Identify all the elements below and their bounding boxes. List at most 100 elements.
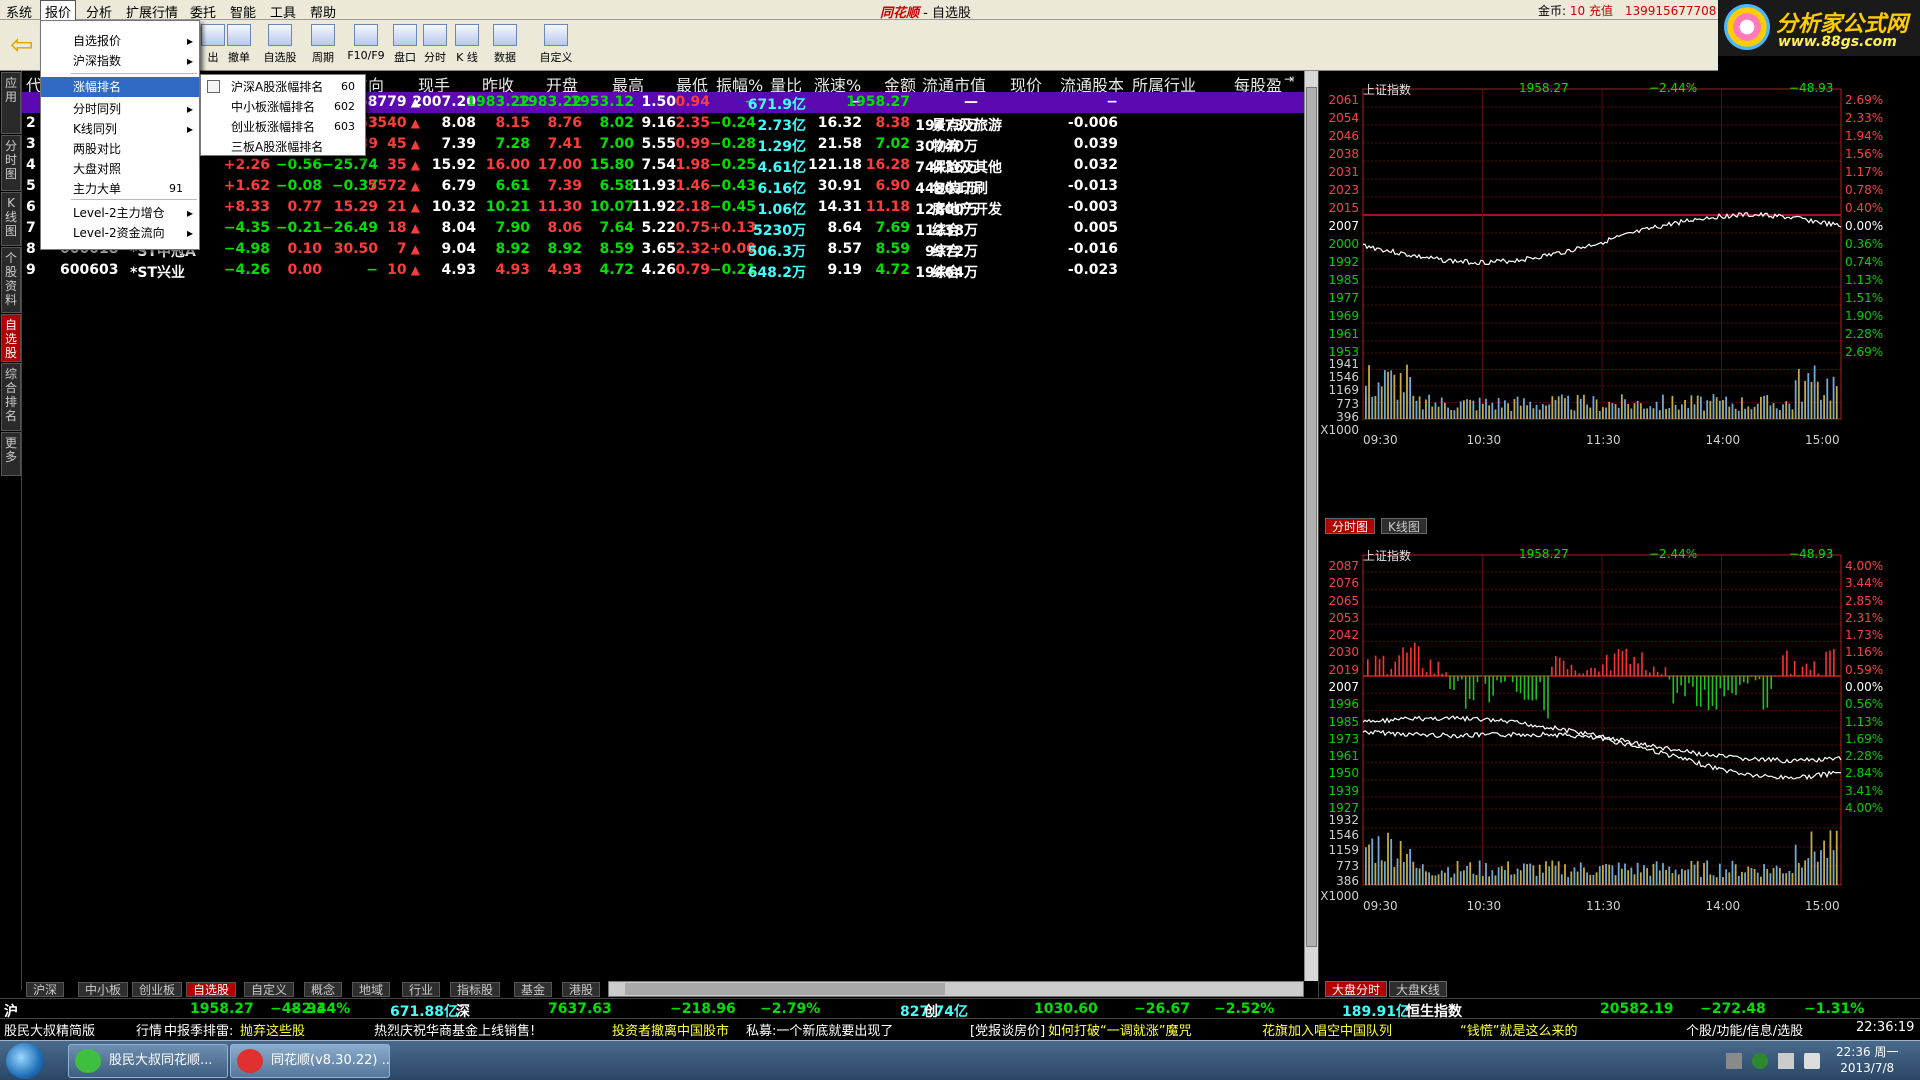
tab-kline-chart[interactable]: K线图 [1381, 518, 1427, 534]
left-tab-stock-info[interactable]: 个股资料 [1, 247, 21, 313]
cell-amp: 3.65 [641, 241, 676, 257]
ticker-item[interactable]: 热烈庆祝华商基金上线销售! [374, 1020, 535, 1039]
left-tab-ranking[interactable]: 综合排名 [1, 363, 21, 431]
menu-item[interactable]: 涨幅排名 [41, 77, 199, 97]
system-clock[interactable]: 22:36 周一 2013/7/8 [1836, 1044, 1898, 1076]
cell-ind: 综合 [932, 265, 960, 281]
toolbar-orderbook-button[interactable]: 盘口 [388, 24, 422, 68]
task-browser[interactable]: 股民大叔同花顺... [68, 1044, 228, 1078]
menu-quote[interactable]: 报价 [40, 0, 77, 21]
volume-bar [1406, 364, 1408, 419]
menu-system[interactable]: 系统 [6, 2, 32, 21]
candlestick-icon [455, 24, 479, 46]
table-row[interactable]: 7 −4.35 −0.21 −26.49 18 ▲ 8.04 7.90 8.06 7.64 5.2… [22, 218, 1304, 239]
toolbar-intraday-button[interactable]: 分时 [418, 24, 452, 68]
back-arrow-icon[interactable]: ⇦ [10, 30, 40, 62]
volume-icon[interactable] [1804, 1053, 1820, 1069]
menu-item[interactable]: 分时同列 ▸ [41, 99, 199, 119]
submenu-item[interactable]: 中小板涨幅排名 602 [201, 97, 365, 117]
volume-bar [1538, 864, 1541, 885]
ticker-item[interactable]: [党报谈房价] [970, 1020, 1045, 1039]
windows-start-icon[interactable] [6, 1043, 44, 1079]
table-row[interactable]: 9 600603 *ST兴业 −4.26 0.00 −10 ▲ 4.93 4.93 4.93 4.… [22, 260, 1304, 281]
btab-industry[interactable]: 行业 [402, 982, 441, 997]
menu-analysis[interactable]: 分析 [86, 2, 112, 21]
btab-region[interactable]: 地域 [352, 982, 391, 997]
left-tab-more[interactable]: 更多 [1, 432, 21, 476]
ticker-item[interactable]: 股民大叔精简版 [4, 1020, 95, 1039]
menu-tools[interactable]: 工具 [270, 2, 296, 21]
menu-item[interactable]: Level-2主力增仓 ▸ [41, 203, 199, 223]
btab-watchlist[interactable]: 自选股 [186, 982, 237, 997]
btab-fund[interactable]: 基金 [514, 982, 553, 997]
toolbar-kline-button[interactable]: K 线 [450, 24, 484, 68]
menu-item[interactable]: 两股对比 [41, 139, 199, 159]
menu-extended-quote[interactable]: 扩展行情 [126, 2, 178, 21]
menu-item[interactable]: 自选报价 ▸ [41, 31, 199, 51]
network-icon[interactable] [1752, 1053, 1768, 1069]
menu-trade[interactable]: 委托 [190, 2, 216, 21]
scroll-thumb[interactable] [1306, 87, 1317, 947]
ticker-item[interactable]: 投资者撤离中国股市 [612, 1020, 729, 1039]
menu-item[interactable]: 主力大单 91 [41, 179, 199, 199]
ticker-item[interactable]: 如何打破“一调就涨”魔咒 [1048, 1020, 1191, 1039]
menu-smart[interactable]: 智能 [230, 2, 256, 21]
left-tab-kline[interactable]: K线图 [1, 192, 21, 246]
intraday-chart[interactable] [1319, 71, 1920, 531]
pin-icon[interactable]: ⇥ [1284, 72, 1294, 86]
toolbar-watchlist-button[interactable]: 自选股 [260, 24, 300, 68]
cell-chg: +2.26 [223, 157, 270, 173]
tab-intraday-chart[interactable]: 分时图 [1325, 518, 1376, 534]
recharge-link[interactable]: 充值 [1589, 4, 1613, 18]
menu-item[interactable]: Level-2资金流向 ▸ [41, 223, 199, 243]
flag-icon[interactable] [1778, 1053, 1794, 1069]
btab-custom[interactable]: 自定义 [244, 982, 295, 997]
left-tab-intraday[interactable]: 分时图 [1, 135, 21, 191]
table-row[interactable]: 6 +8.33 0.77 15.29 21 ▲ 10.32 10.21 11.30 10.07 1… [22, 197, 1304, 218]
tab-market-intraday[interactable]: 大盘分时 [1325, 981, 1388, 997]
left-tab-apps[interactable]: 应用 [1, 72, 21, 134]
ticker-item[interactable]: 中报季排雷: [164, 1020, 233, 1039]
flow-bar [1402, 647, 1404, 676]
btab-index-stocks[interactable]: 指标股 [450, 982, 501, 997]
ticker-item[interactable]: 私募:一个新底就要出现了 [746, 1020, 893, 1039]
menu-help[interactable]: 帮助 [310, 2, 336, 21]
btab-hk[interactable]: 港股 [562, 982, 601, 997]
btab-shsz[interactable]: 沪深 [26, 982, 65, 997]
ticker-item[interactable]: 个股/功能/信息/选股 [1686, 1020, 1803, 1039]
table-vertical-scrollbar[interactable] [1304, 71, 1318, 981]
market-intraday-chart[interactable] [1319, 537, 1920, 997]
left-tab-watchlist[interactable]: 自选股 [1, 314, 21, 362]
table-horizontal-scrollbar[interactable] [608, 981, 1304, 997]
btab-chinext[interactable]: 创业板 [132, 982, 183, 997]
menu-item[interactable]: 沪深指数 ▸ [41, 51, 199, 71]
keyboard-icon[interactable] [1726, 1053, 1742, 1069]
account-number[interactable]: 13991567770​8 [1625, 4, 1717, 18]
toolbar-data-button[interactable]: 数据 [488, 24, 522, 68]
submenu-item[interactable]: 三板A股涨幅排名 [201, 137, 365, 157]
btab-concept[interactable]: 概念 [304, 982, 343, 997]
task-tonghuashun[interactable]: 同花顺(v8.30.22) ... [230, 1044, 390, 1078]
menu-item[interactable]: K线同列 ▸ [41, 119, 199, 139]
chart-price: 1958.27 [1519, 81, 1569, 95]
toolbar-period-button[interactable]: 周期 [306, 24, 340, 68]
ticker-item[interactable]: 花旗加入唱空中国队列 [1262, 1020, 1392, 1039]
ticker-item[interactable]: 抛弃这些股 [240, 1020, 305, 1039]
submenu-item[interactable]: 创业板涨幅排名 603 [201, 117, 365, 137]
ticker-item[interactable]: 22:36:19 [1856, 1020, 1914, 1035]
toolbar-custom-button[interactable]: 自定义 [536, 24, 576, 68]
btab-sme[interactable]: 中小板 [78, 982, 129, 997]
ticker-item[interactable]: 行情 [136, 1020, 162, 1039]
tab-market-kline[interactable]: 大盘K线 [1389, 981, 1447, 997]
table-row[interactable]: 4 +2.26 −0.56 −25.74 35 ▲ 15.92 16.00 17.00 15.8… [22, 155, 1304, 176]
ticker-item[interactable]: “钱慌”就是这么来的 [1460, 1020, 1577, 1039]
hscroll-thumb[interactable] [625, 983, 945, 995]
submenu-item[interactable]: 沪深A股涨幅排名 60 [201, 77, 365, 97]
cell-ind: 景点及旅游 [932, 118, 1002, 134]
menu-item[interactable]: 大盘对照 [41, 159, 199, 179]
toolbar-f10-button[interactable]: F10/F9 [346, 24, 386, 68]
table-row[interactable]: 8000018*ST中冠A−4.980.1030.507 ▲9.048.928.… [22, 239, 1304, 260]
toolbar-cancel-order-button[interactable]: 撤单 [222, 24, 256, 68]
cell-no: 6 [26, 199, 36, 215]
table-row[interactable]: 5 +1.62 −0.08 −0.37 5572 ▲ 6.79 6.61 7.39 6.58 11… [22, 176, 1304, 197]
